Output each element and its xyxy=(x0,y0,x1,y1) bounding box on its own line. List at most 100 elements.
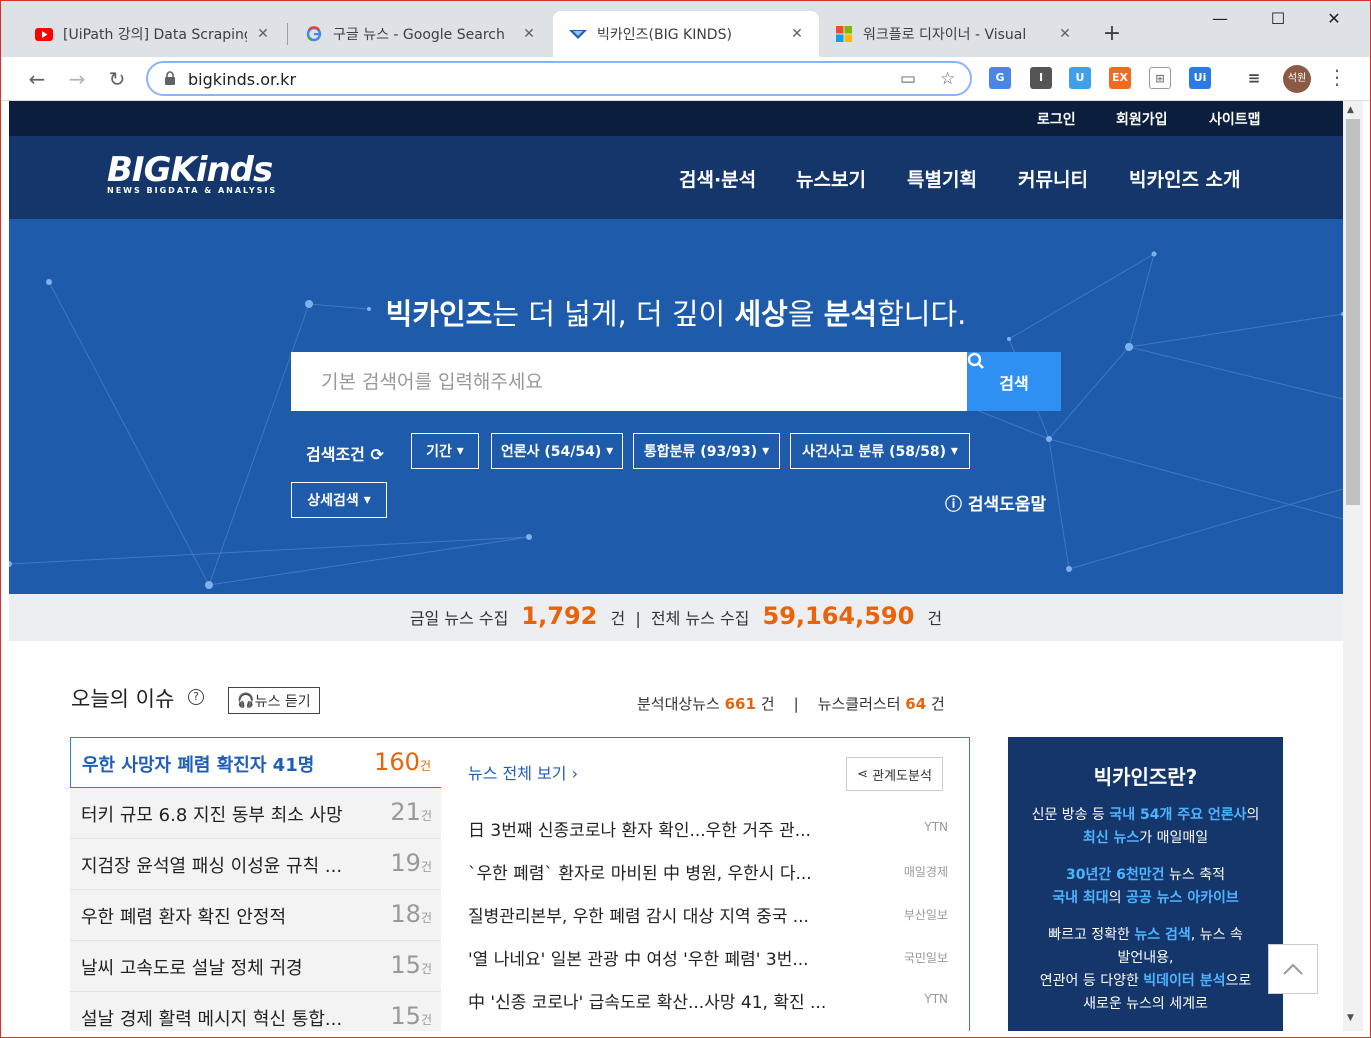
news-item[interactable]: 질병관리본부, 우한 폐렴 감시 대상 지역 중국 ... 부산일보 xyxy=(468,902,948,942)
browser-window: [UiPath 강의] Data Scraping ✕ 구글 뉴스 - Goog… xyxy=(0,0,1371,1038)
profile-avatar[interactable]: 석원 xyxy=(1283,65,1311,93)
microsoft-icon xyxy=(835,25,853,43)
ex-icon[interactable]: EX xyxy=(1109,67,1131,89)
total-count: 59,164,590 xyxy=(762,602,915,630)
filter-press[interactable]: 언론사 (54/54) ▾ xyxy=(491,433,623,469)
forward-icon[interactable]: → xyxy=(63,65,91,93)
relation-analysis-button[interactable]: ⋖ 관계도분석 xyxy=(846,757,943,791)
signup-link[interactable]: 회원가입 xyxy=(1116,109,1168,129)
new-tab-button[interactable]: + xyxy=(1099,21,1125,46)
scroll-top-button[interactable] xyxy=(1268,944,1318,994)
issue-item[interactable]: 우한 사망자 폐렴 확진자 41명 160건 xyxy=(70,737,442,788)
translate-icon[interactable]: G xyxy=(989,67,1011,89)
nav-community[interactable]: 커뮤니티 xyxy=(1018,165,1088,192)
youtube-icon xyxy=(35,25,53,43)
close-icon[interactable]: ✕ xyxy=(1057,26,1073,42)
headphones-icon: 🎧 xyxy=(237,692,255,709)
url-text: bigkinds.or.kr xyxy=(188,70,297,89)
filter-period[interactable]: 기간 ▾ xyxy=(411,433,479,469)
news-stats: 금일 뉴스 수집 1,792 건 | 전체 뉴스 수집 59,164,590 건 xyxy=(9,594,1343,641)
tab-uipath[interactable]: [UiPath 강의] Data Scraping ✕ xyxy=(19,11,285,57)
issue-item[interactable]: 설날 경제 활력 메시지 혁신 통합... 15건 xyxy=(70,992,442,1031)
search-button[interactable]: 검색 xyxy=(967,352,1061,411)
lock-icon xyxy=(165,71,175,85)
close-icon[interactable]: ✕ xyxy=(255,26,271,42)
news-item[interactable]: `우한 폐렴` 환자로 마비된 中 병원, 우한시 다... 매일경제 xyxy=(468,859,948,899)
tab-strip: [UiPath 강의] Data Scraping ✕ 구글 뉴스 - Goog… xyxy=(1,1,1370,57)
bigkinds-icon xyxy=(569,25,587,43)
caret-down-icon: ▾ xyxy=(950,443,958,459)
info-icon: ⓘ xyxy=(945,495,962,515)
close-window-icon[interactable]: ✕ xyxy=(1311,9,1357,33)
main-nav: BIGKinds NEWS BIGDATA & ANALYSIS 검색·분석 뉴… xyxy=(9,136,1343,219)
issue-list: 우한 사망자 폐렴 확진자 41명 160건 터키 규모 6.8 지진 동부 최… xyxy=(70,737,442,1031)
nav-special[interactable]: 특별기획 xyxy=(907,165,977,192)
tab-title: 빅카인즈(BIG KINDS) xyxy=(597,27,732,43)
news-item[interactable]: 中 '신종 코로나' 급속도로 확산...사망 41, 확진 ... YTN xyxy=(468,988,948,1028)
bookmark-star-icon[interactable]: ☆ xyxy=(940,69,955,89)
cast-icon[interactable]: ▭ xyxy=(900,69,916,89)
tab-title: 워크플로 디자이너 - Visual xyxy=(863,27,1027,43)
chevron-up-icon xyxy=(1283,963,1303,975)
nav-search-analysis[interactable]: 검색·분석 xyxy=(679,165,756,192)
search-box xyxy=(291,352,967,411)
issue-item[interactable]: 지검장 윤석열 패싱 이성윤 규칙 ... 19건 xyxy=(70,839,442,890)
minimize-icon[interactable]: — xyxy=(1197,9,1243,33)
news-listen-button[interactable]: 🎧 뉴스 듣기 xyxy=(228,687,320,714)
tab-workflow[interactable]: 워크플로 디자이너 - Visual ✕ xyxy=(819,11,1087,57)
shield-icon[interactable]: U xyxy=(1069,67,1091,89)
maximize-icon[interactable]: ☐ xyxy=(1255,9,1301,33)
news-item[interactable]: 日 3번째 신종코로나 환자 확인...우한 거주 관... YTN xyxy=(468,816,948,856)
refresh-icon[interactable]: ⟳ xyxy=(370,445,383,464)
search-input[interactable] xyxy=(291,352,967,411)
grid-icon[interactable]: ⊞ xyxy=(1149,67,1171,89)
caret-down-icon: ▾ xyxy=(762,443,770,459)
caret-down-icon: ▾ xyxy=(606,443,614,459)
help-question-icon[interactable]: ? xyxy=(188,689,204,705)
today-issue-heading: 오늘의 이슈 xyxy=(71,687,175,711)
sitemap-link[interactable]: 사이트맵 xyxy=(1209,109,1261,129)
filter-category[interactable]: 통합분류 (93/93) ▾ xyxy=(633,433,780,469)
hero-section: 빅카인즈는 더 넓게, 더 깊이 세상을 분석합니다. 검색 검색조건 ⟳ 기간… xyxy=(9,219,1343,594)
news-panel: 뉴스 전체 보기 › ⋖ 관계도분석 日 3번째 신종코로나 환자 확인...우… xyxy=(441,737,970,1031)
filter-incident[interactable]: 사건사고 분류 (58/58) ▾ xyxy=(790,433,970,469)
all-news-link[interactable]: 뉴스 전체 보기 › xyxy=(468,760,578,784)
playlist-icon[interactable]: ≡ xyxy=(1243,67,1265,89)
hero-title: 빅카인즈는 더 넓게, 더 깊이 세상을 분석합니다. xyxy=(385,297,967,331)
tab-title: 구글 뉴스 - Google Search xyxy=(333,27,505,43)
tab-bigkinds[interactable]: 빅카인즈(BIG KINDS) ✕ xyxy=(553,11,819,57)
address-bar[interactable]: bigkinds.or.kr ▭ ☆ xyxy=(146,61,972,96)
back-icon[interactable]: ← xyxy=(23,65,51,93)
search-icon xyxy=(967,352,984,369)
issue-item[interactable]: 날씨 고속도로 설날 정체 귀경 15건 xyxy=(70,941,442,992)
search-help-link[interactable]: ⓘ 검색도움말 xyxy=(945,490,1046,515)
tab-google[interactable]: 구글 뉴스 - Google Search ✕ xyxy=(289,11,551,57)
reload-icon[interactable]: ↻ xyxy=(103,65,131,93)
issue-item[interactable]: 터키 규모 6.8 지진 동부 최소 사망 21건 xyxy=(70,788,442,839)
scroll-down-icon[interactable]: ▼ xyxy=(1347,1013,1354,1023)
reader-icon[interactable]: I xyxy=(1030,67,1052,89)
detail-search-button[interactable]: 상세검색 ▾ xyxy=(291,482,387,518)
nav-news-view[interactable]: 뉴스보기 xyxy=(796,165,866,192)
menu-kebab-icon[interactable]: ⋮ xyxy=(1327,65,1347,89)
issue-counts: 분석대상뉴스 661 건 | 뉴스클러스터 64 건 xyxy=(637,695,945,713)
news-item[interactable]: '열 나네요' 일본 관광 中 여성 '우한 폐렴' 3번... 국민일보 xyxy=(468,945,948,985)
google-icon xyxy=(305,25,323,43)
nav-about[interactable]: 빅카인즈 소개 xyxy=(1129,165,1241,192)
close-icon[interactable]: ✕ xyxy=(521,26,537,42)
issue-item[interactable]: 우한 폐렴 환자 확진 안정적 18건 xyxy=(70,890,442,941)
chevron-right-icon: › xyxy=(571,764,578,783)
page-viewport: 로그인 회원가입 사이트맵 BIGKinds NEWS BIGDATA & AN… xyxy=(9,101,1343,1031)
ui-icon[interactable]: Ui xyxy=(1189,67,1211,89)
bigkinds-logo[interactable]: BIGKinds NEWS BIGDATA & ANALYSIS xyxy=(107,150,277,195)
scroll-up-icon[interactable]: ▲ xyxy=(1347,105,1354,115)
login-link[interactable]: 로그인 xyxy=(1037,109,1076,129)
close-icon[interactable]: ✕ xyxy=(789,26,805,42)
about-box: 빅카인즈란? 신문 방송 등 국내 54개 주요 언론사의 최신 뉴스가 매일매… xyxy=(1008,737,1283,1031)
util-bar: 로그인 회원가입 사이트맵 xyxy=(9,101,1343,136)
browser-toolbar: ← → ↻ bigkinds.or.kr ▭ ☆ G I U EX ⊞ Ui ≡… xyxy=(1,57,1370,101)
scroll-thumb[interactable] xyxy=(1346,119,1360,505)
share-icon: ⋖ xyxy=(857,766,868,782)
caret-down-icon: ▾ xyxy=(456,443,464,459)
search-condition-label[interactable]: 검색조건 ⟳ xyxy=(306,441,384,465)
